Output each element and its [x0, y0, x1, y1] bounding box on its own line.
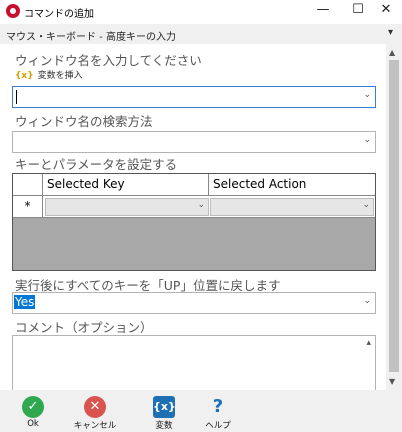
insert-variable-label: 変数を挿入	[37, 71, 83, 81]
ok-label: Ok	[27, 419, 39, 429]
window-title: コマンドの追加	[24, 9, 94, 20]
window-name-label: ウィンドウ名を入力してください	[15, 53, 202, 68]
chevron-down-icon[interactable]: ⌄	[363, 135, 371, 145]
variable-braces-icon: {x}	[153, 396, 176, 418]
selected-key-combobox[interactable]: ⌄	[45, 198, 209, 216]
column-header-selected-key[interactable]: Selected Key	[43, 174, 209, 196]
cancel-button[interactable]: ✕ キャンセル	[65, 396, 125, 431]
comment-textarea[interactable]: ▴	[12, 335, 376, 391]
command-category-text: マウス・キーボード - 高度キーの入力	[6, 32, 176, 43]
chevron-down-icon[interactable]: ⌄	[363, 90, 371, 100]
keys-parameters-label: キーとパラメータを設定する	[15, 157, 178, 172]
ok-button[interactable]: ✓ Ok	[3, 396, 63, 430]
scroll-down-icon[interactable]: ▼	[389, 377, 395, 386]
grid-row-header-corner	[13, 174, 43, 196]
close-button[interactable]: ✕	[370, 0, 402, 22]
selected-action-combobox[interactable]: ⌄	[210, 198, 374, 216]
scroll-up-icon[interactable]: ▲	[389, 48, 395, 57]
chevron-down-icon: ▾	[388, 27, 394, 38]
text-caret	[16, 90, 17, 104]
check-circle-icon: ✓	[22, 396, 44, 418]
search-method-select[interactable]: ⌄	[12, 131, 376, 153]
cancel-label: キャンセル	[73, 421, 117, 431]
app-icon	[6, 4, 20, 18]
search-method-label: ウィンドウ名の検索方法	[15, 114, 153, 129]
chevron-down-icon[interactable]: ⌄	[362, 200, 370, 210]
command-category-bar[interactable]: マウス・キーボード - 高度キーの入力 ▾	[0, 24, 402, 44]
reset-keys-select[interactable]: Yes ⌄	[12, 292, 376, 314]
variables-button[interactable]: {x} 変数	[134, 396, 194, 431]
grid-header: Selected Key Selected Action	[13, 174, 375, 196]
window-name-combobox[interactable]: ⌄	[12, 86, 376, 108]
x-circle-icon: ✕	[84, 396, 106, 418]
scrollbar-thumb[interactable]	[389, 60, 399, 372]
insert-variable-link[interactable]: {x} 変数を挿入	[15, 68, 83, 81]
column-header-selected-action[interactable]: Selected Action	[209, 174, 375, 196]
chevron-down-icon[interactable]: ⌄	[197, 200, 205, 210]
scroll-up-icon[interactable]: ▴	[366, 338, 371, 348]
title-bar: コマンドの追加 — ☐ ✕	[0, 0, 402, 22]
reset-keys-value: Yes	[14, 295, 36, 309]
new-row-marker: *	[13, 196, 43, 218]
help-label: ヘルプ	[205, 421, 231, 431]
grid-new-row[interactable]: * ⌄ ⌄	[13, 196, 375, 218]
question-mark-icon: ?	[212, 396, 224, 417]
vertical-scrollbar[interactable]: ▲ ▼	[386, 44, 402, 390]
variable-braces-icon: {x}	[15, 71, 34, 81]
variables-label: 変数	[155, 421, 173, 431]
comment-label: コメント（オプション）	[15, 320, 153, 335]
keys-grid[interactable]: Selected Key Selected Action * ⌄ ⌄	[12, 173, 376, 271]
chevron-down-icon[interactable]: ⌄	[363, 296, 371, 306]
help-button[interactable]: ? ヘルプ	[188, 396, 248, 431]
footer-bar: ✓ Ok ✕ キャンセル {x} 変数 ? ヘルプ	[0, 390, 402, 432]
